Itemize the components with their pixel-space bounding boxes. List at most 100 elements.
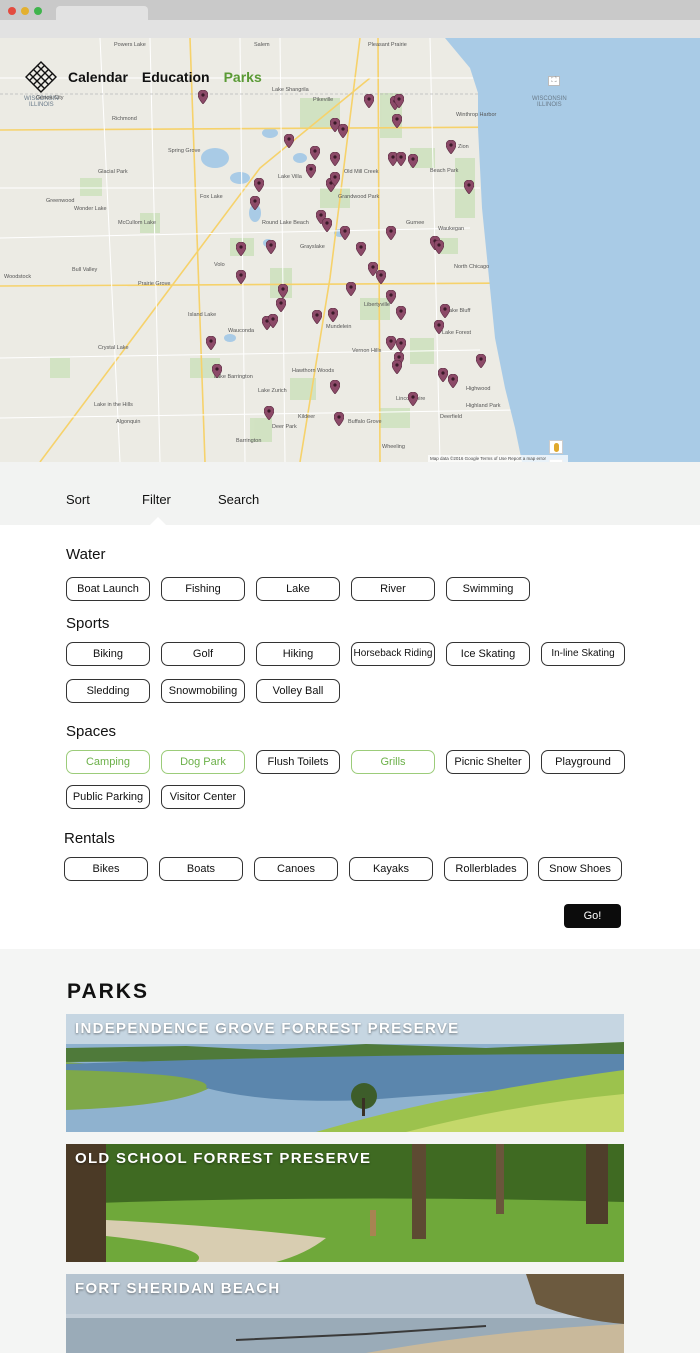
filter-chip-fishing[interactable]: Fishing	[161, 577, 245, 601]
park-card[interactable]: FORT SHERIDAN BEACH	[66, 1274, 624, 1353]
map-pin-icon[interactable]	[386, 290, 396, 304]
map-pin-icon[interactable]	[254, 178, 264, 192]
filter-chip-river[interactable]: River	[351, 577, 435, 601]
filter-chip-public-parking[interactable]: Public Parking	[66, 785, 150, 809]
map-pin-icon[interactable]	[236, 242, 246, 256]
map-pin-icon[interactable]	[278, 284, 288, 298]
filter-chip-flush-toilets[interactable]: Flush Toilets	[256, 750, 340, 774]
map-pin-icon[interactable]	[396, 306, 406, 320]
maximize-window-button[interactable]	[34, 7, 42, 15]
map-pin-icon[interactable]	[310, 146, 320, 160]
browser-tab[interactable]	[56, 6, 148, 20]
map-pin-icon[interactable]	[396, 338, 406, 352]
map-pin-icon[interactable]	[448, 374, 458, 388]
filter-chip-snow-shoes[interactable]: Snow Shoes	[538, 857, 622, 881]
filter-chip-snowmobiling[interactable]: Snowmobiling	[161, 679, 245, 703]
nav-link-calendar[interactable]: Calendar	[68, 69, 128, 85]
logo-icon[interactable]	[24, 60, 58, 94]
filter-chip-camping[interactable]: Camping	[66, 750, 150, 774]
parks-map[interactable]: WISCONSIN ILLINOIS WISCONSIN ILLINOIS Powe…	[0, 38, 700, 462]
map-pin-icon[interactable]	[364, 94, 374, 108]
map-pin-icon[interactable]	[330, 152, 340, 166]
map-pin-icon[interactable]	[212, 364, 222, 378]
map-pin-icon[interactable]	[334, 412, 344, 426]
filter-chip-visitor-center[interactable]: Visitor Center	[161, 785, 245, 809]
town-label: Volo	[214, 262, 225, 268]
filter-chip-in-line-skating[interactable]: In-line Skating	[541, 642, 625, 666]
map-pin-icon[interactable]	[330, 172, 340, 186]
minimize-window-button[interactable]	[21, 7, 29, 15]
filter-chip-boats[interactable]: Boats	[159, 857, 243, 881]
map-pin-icon[interactable]	[306, 164, 316, 178]
tab-filter[interactable]: Filter	[142, 492, 171, 507]
map-pin-icon[interactable]	[394, 94, 404, 108]
map-pin-icon[interactable]	[356, 242, 366, 256]
town-label: Vernon Hills	[352, 348, 382, 354]
map-pin-icon[interactable]	[264, 406, 274, 420]
map-pin-icon[interactable]	[206, 336, 216, 350]
town-label: Lake Zurich	[258, 388, 287, 394]
filter-chip-playground[interactable]: Playground	[541, 750, 625, 774]
map-attribution[interactable]: Map data ©2016 Google Terms of Use Repor…	[428, 455, 568, 462]
map-pin-icon[interactable]	[392, 360, 402, 374]
map-pin-icon[interactable]	[284, 134, 294, 148]
map-pin-icon[interactable]	[312, 310, 322, 324]
tab-sort[interactable]: Sort	[66, 492, 90, 507]
town-label: Spring Grove	[168, 148, 201, 154]
map-pin-icon[interactable]	[266, 240, 276, 254]
map-pin-icon[interactable]	[464, 180, 474, 194]
map-pin-icon[interactable]	[322, 218, 332, 232]
map-pin-icon[interactable]	[340, 226, 350, 240]
lake-state-line-label: WISCONSIN ILLINOIS	[532, 96, 567, 108]
map-pin-icon[interactable]	[250, 196, 260, 210]
filter-chip-lake[interactable]: Lake	[256, 577, 340, 601]
map-pin-icon[interactable]	[446, 140, 456, 154]
filter-chip-kayaks[interactable]: Kayaks	[349, 857, 433, 881]
map-pin-icon[interactable]	[386, 336, 396, 350]
filter-chip-dog-park[interactable]: Dog Park	[161, 750, 245, 774]
filter-chip-ice-skating[interactable]: Ice Skating	[446, 642, 530, 666]
filter-chip-grills[interactable]: Grills	[351, 750, 435, 774]
map-pin-icon[interactable]	[396, 152, 406, 166]
map-pin-icon[interactable]	[440, 304, 450, 318]
filter-chip-biking[interactable]: Biking	[66, 642, 150, 666]
map-pin-icon[interactable]	[408, 154, 418, 168]
filter-chip-sledding[interactable]: Sledding	[66, 679, 150, 703]
map-pin-icon[interactable]	[392, 114, 402, 128]
nav-link-education[interactable]: Education	[142, 69, 210, 85]
map-pin-icon[interactable]	[268, 314, 278, 328]
map-pin-icon[interactable]	[236, 270, 246, 284]
map-pin-icon[interactable]	[476, 354, 486, 368]
filter-chip-volley-ball[interactable]: Volley Ball	[256, 679, 340, 703]
tab-search[interactable]: Search	[218, 492, 259, 507]
nav-link-parks[interactable]: Parks	[224, 69, 262, 85]
map-pin-icon[interactable]	[330, 380, 340, 394]
filter-chip-canoes[interactable]: Canoes	[254, 857, 338, 881]
street-view-icon[interactable]	[549, 440, 563, 454]
map-pin-icon[interactable]	[408, 392, 418, 406]
park-card[interactable]: OLD SCHOOL FORREST PRESERVE	[66, 1144, 624, 1262]
go-button[interactable]: Go!	[564, 904, 621, 928]
park-card[interactable]: INDEPENDENCE GROVE FORREST PRESERVE	[66, 1014, 624, 1132]
town-label: Grandwood Park	[338, 194, 380, 200]
map-pin-icon[interactable]	[346, 282, 356, 296]
map-pin-icon[interactable]	[376, 270, 386, 284]
filter-chip-swimming[interactable]: Swimming	[446, 577, 530, 601]
town-label: North Chicago	[454, 264, 490, 270]
filter-chip-golf[interactable]: Golf	[161, 642, 245, 666]
map-pin-icon[interactable]	[338, 124, 348, 138]
fullscreen-icon[interactable]: ⛶	[548, 76, 560, 86]
map-pin-icon[interactable]	[328, 308, 338, 322]
map-pin-icon[interactable]	[434, 320, 444, 334]
filter-chip-rollerblades[interactable]: Rollerblades	[444, 857, 528, 881]
filter-chip-picnic-shelter[interactable]: Picnic Shelter	[446, 750, 530, 774]
filter-chip-hiking[interactable]: Hiking	[256, 642, 340, 666]
map-pin-icon[interactable]	[276, 298, 286, 312]
map-pin-icon[interactable]	[434, 240, 444, 254]
filter-chip-horseback-riding[interactable]: Horseback Riding	[351, 642, 435, 666]
close-window-button[interactable]	[8, 7, 16, 15]
filter-chip-boat-launch[interactable]: Boat Launch	[66, 577, 150, 601]
filter-chip-bikes[interactable]: Bikes	[64, 857, 148, 881]
map-pin-icon[interactable]	[386, 226, 396, 240]
map-pin-icon[interactable]	[438, 368, 448, 382]
